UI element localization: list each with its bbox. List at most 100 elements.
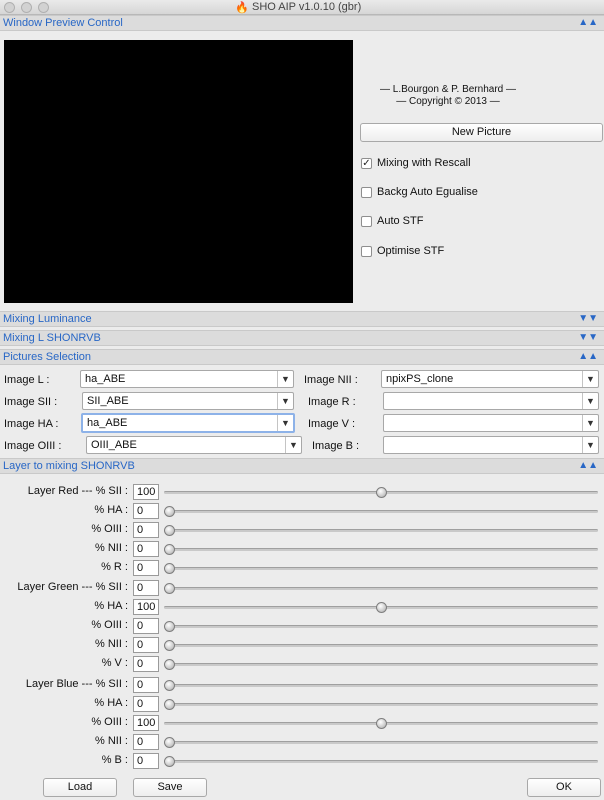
slider-thumb[interactable] — [164, 737, 175, 748]
load-button[interactable]: Load — [43, 778, 117, 797]
section-window-preview-control[interactable]: Window Preview Control ▲▲ — [0, 15, 604, 31]
layer-row-label: % NII : — [94, 542, 128, 554]
image-sii-select[interactable]: SII_ABE ▼ — [82, 392, 294, 410]
section-mixing-l-shonrvb[interactable]: Mixing L SHONRVB ▼▼ — [0, 330, 604, 346]
layer-row-label: Layer Blue --- % SII : — [25, 678, 128, 690]
percent-slider[interactable] — [164, 506, 598, 517]
collapse-icon[interactable]: ▲▲ — [578, 350, 598, 364]
percent-input[interactable]: 0 — [133, 696, 159, 712]
percent-slider[interactable] — [164, 487, 598, 498]
percent-slider[interactable] — [164, 756, 598, 767]
ok-button[interactable]: OK — [527, 778, 601, 797]
chevron-down-icon[interactable]: ▼ — [277, 415, 293, 431]
slider-thumb[interactable] — [164, 756, 175, 767]
checkmark-icon[interactable]: ✓ — [361, 158, 372, 169]
image-v-label: Image V : — [308, 418, 356, 430]
percent-input[interactable]: 0 — [133, 580, 159, 596]
preview-image[interactable] — [4, 40, 353, 303]
percent-input[interactable]: 0 — [133, 753, 159, 769]
percent-input[interactable]: 0 — [133, 560, 159, 576]
chevron-down-icon[interactable]: ▼ — [582, 415, 598, 431]
layer-row-label: % OIII : — [91, 619, 128, 631]
expand-icon[interactable]: ▼▼ — [578, 312, 598, 326]
slider-thumb[interactable] — [164, 659, 175, 670]
collapse-icon[interactable]: ▲▲ — [578, 16, 598, 30]
checkbox-box[interactable] — [361, 216, 372, 227]
zoom-window-button[interactable] — [38, 2, 49, 13]
percent-input[interactable]: 0 — [133, 637, 159, 653]
checkbox-box[interactable] — [361, 246, 372, 257]
collapse-icon[interactable]: ▲▲ — [578, 459, 598, 473]
slider-thumb[interactable] — [164, 544, 175, 555]
slider-thumb[interactable] — [164, 506, 175, 517]
image-v-select[interactable]: ▼ — [383, 414, 599, 432]
layer-row-label: % R : — [101, 561, 128, 573]
chevron-down-icon[interactable]: ▼ — [285, 437, 301, 453]
section-label: Pictures Selection — [3, 351, 92, 363]
checkbox-box[interactable] — [361, 187, 372, 198]
chevron-down-icon[interactable]: ▼ — [277, 393, 293, 409]
slider-thumb[interactable] — [376, 718, 387, 729]
chevron-down-icon[interactable]: ▼ — [277, 371, 293, 387]
slider-thumb[interactable] — [164, 583, 175, 594]
percent-input[interactable]: 0 — [133, 541, 159, 557]
percent-slider[interactable] — [164, 525, 598, 536]
chevron-down-icon[interactable]: ▼ — [582, 437, 598, 453]
close-window-button[interactable] — [4, 2, 15, 13]
percent-slider[interactable] — [164, 699, 598, 710]
slider-thumb[interactable] — [376, 602, 387, 613]
layer-row-label: % NII : — [94, 638, 128, 650]
percent-input[interactable]: 0 — [133, 618, 159, 634]
image-oiii-select[interactable]: OIII_ABE ▼ — [86, 436, 302, 454]
slider-thumb[interactable] — [164, 525, 175, 536]
image-l-select[interactable]: ha_ABE ▼ — [80, 370, 294, 388]
percent-input[interactable]: 0 — [133, 734, 159, 750]
layer-row-label: % OIII : — [91, 716, 128, 728]
percent-input[interactable]: 100 — [133, 715, 159, 731]
percent-slider[interactable] — [164, 737, 598, 748]
percent-slider[interactable] — [164, 659, 598, 670]
image-oiii-label: Image OIII : — [4, 440, 62, 452]
image-r-label: Image R : — [308, 396, 356, 408]
select-value: OIII_ABE — [91, 439, 137, 451]
percent-input[interactable]: 0 — [133, 522, 159, 538]
section-layer-to-mixing[interactable]: Layer to mixing SHONRVB ▲▲ — [0, 458, 604, 474]
percent-input[interactable]: 0 — [133, 656, 159, 672]
image-nii-label: Image NII : — [304, 374, 358, 386]
image-b-select[interactable]: ▼ — [383, 436, 599, 454]
percent-input[interactable]: 100 — [133, 484, 159, 500]
percent-slider[interactable] — [164, 602, 598, 613]
slider-thumb[interactable] — [164, 563, 175, 574]
credit-authors: — L.Bourgon & P. Bernhard — — [379, 84, 516, 95]
slider-thumb[interactable] — [164, 640, 175, 651]
image-ha-select[interactable]: ha_ABE ▼ — [81, 413, 295, 433]
percent-slider[interactable] — [164, 544, 598, 555]
save-button[interactable]: Save — [133, 778, 207, 797]
image-r-select[interactable]: ▼ — [383, 392, 599, 410]
percent-slider[interactable] — [164, 680, 598, 691]
minimize-window-button[interactable] — [21, 2, 32, 13]
expand-icon[interactable]: ▼▼ — [578, 331, 598, 345]
percent-slider[interactable] — [164, 640, 598, 651]
slider-thumb[interactable] — [376, 487, 387, 498]
chevron-down-icon[interactable]: ▼ — [582, 371, 598, 387]
slider-thumb[interactable] — [164, 621, 175, 632]
new-picture-button[interactable]: New Picture — [360, 123, 603, 142]
layer-row-label: % V : — [101, 657, 128, 669]
percent-input[interactable]: 100 — [133, 599, 159, 615]
section-mixing-luminance[interactable]: Mixing Luminance ▼▼ — [0, 311, 604, 327]
section-pictures-selection[interactable]: Pictures Selection ▲▲ — [0, 349, 604, 365]
chevron-down-icon[interactable]: ▼ — [582, 393, 598, 409]
layer-row-label: % HA : — [94, 504, 128, 516]
slider-thumb[interactable] — [164, 680, 175, 691]
percent-slider[interactable] — [164, 718, 598, 729]
checkbox-label: Optimise STF — [377, 245, 445, 257]
slider-thumb[interactable] — [164, 699, 175, 710]
percent-input[interactable]: 0 — [133, 503, 159, 519]
percent-slider[interactable] — [164, 621, 598, 632]
image-nii-select[interactable]: npixPS_clone ▼ — [381, 370, 599, 388]
percent-slider[interactable] — [164, 583, 598, 594]
percent-input[interactable]: 0 — [133, 677, 159, 693]
layer-row-label: % NII : — [94, 735, 128, 747]
percent-slider[interactable] — [164, 563, 598, 574]
